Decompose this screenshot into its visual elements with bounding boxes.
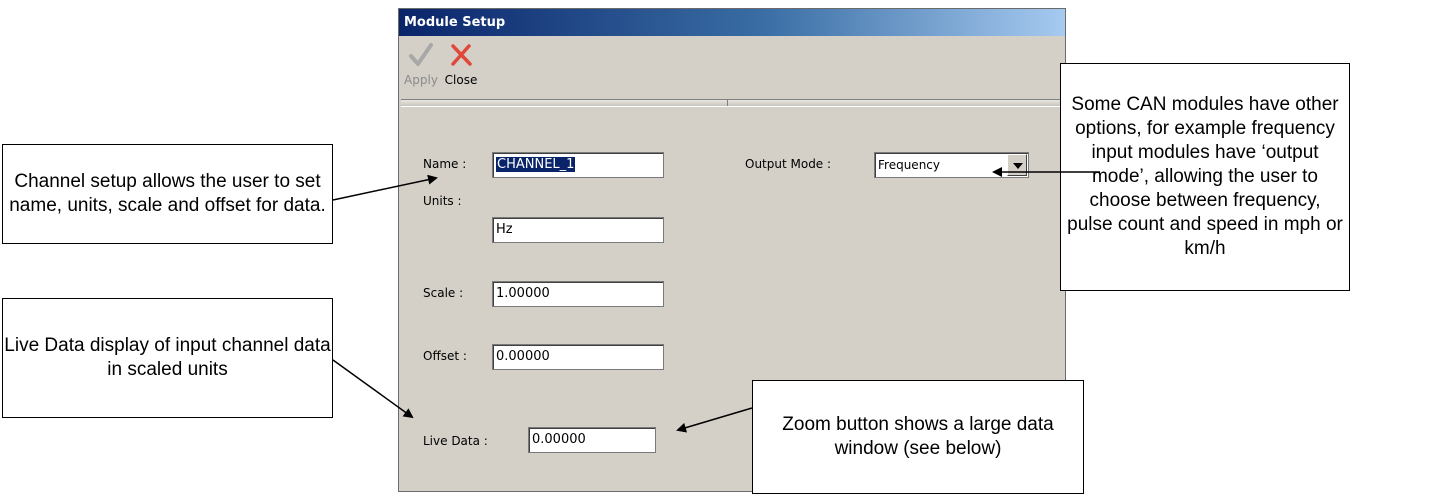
- arrow-channel-setup: [332, 174, 438, 201]
- callout-arrows: [332, 167, 1100, 433]
- arrow-zoom: [676, 407, 753, 433]
- arrow-live-data: [332, 359, 414, 419]
